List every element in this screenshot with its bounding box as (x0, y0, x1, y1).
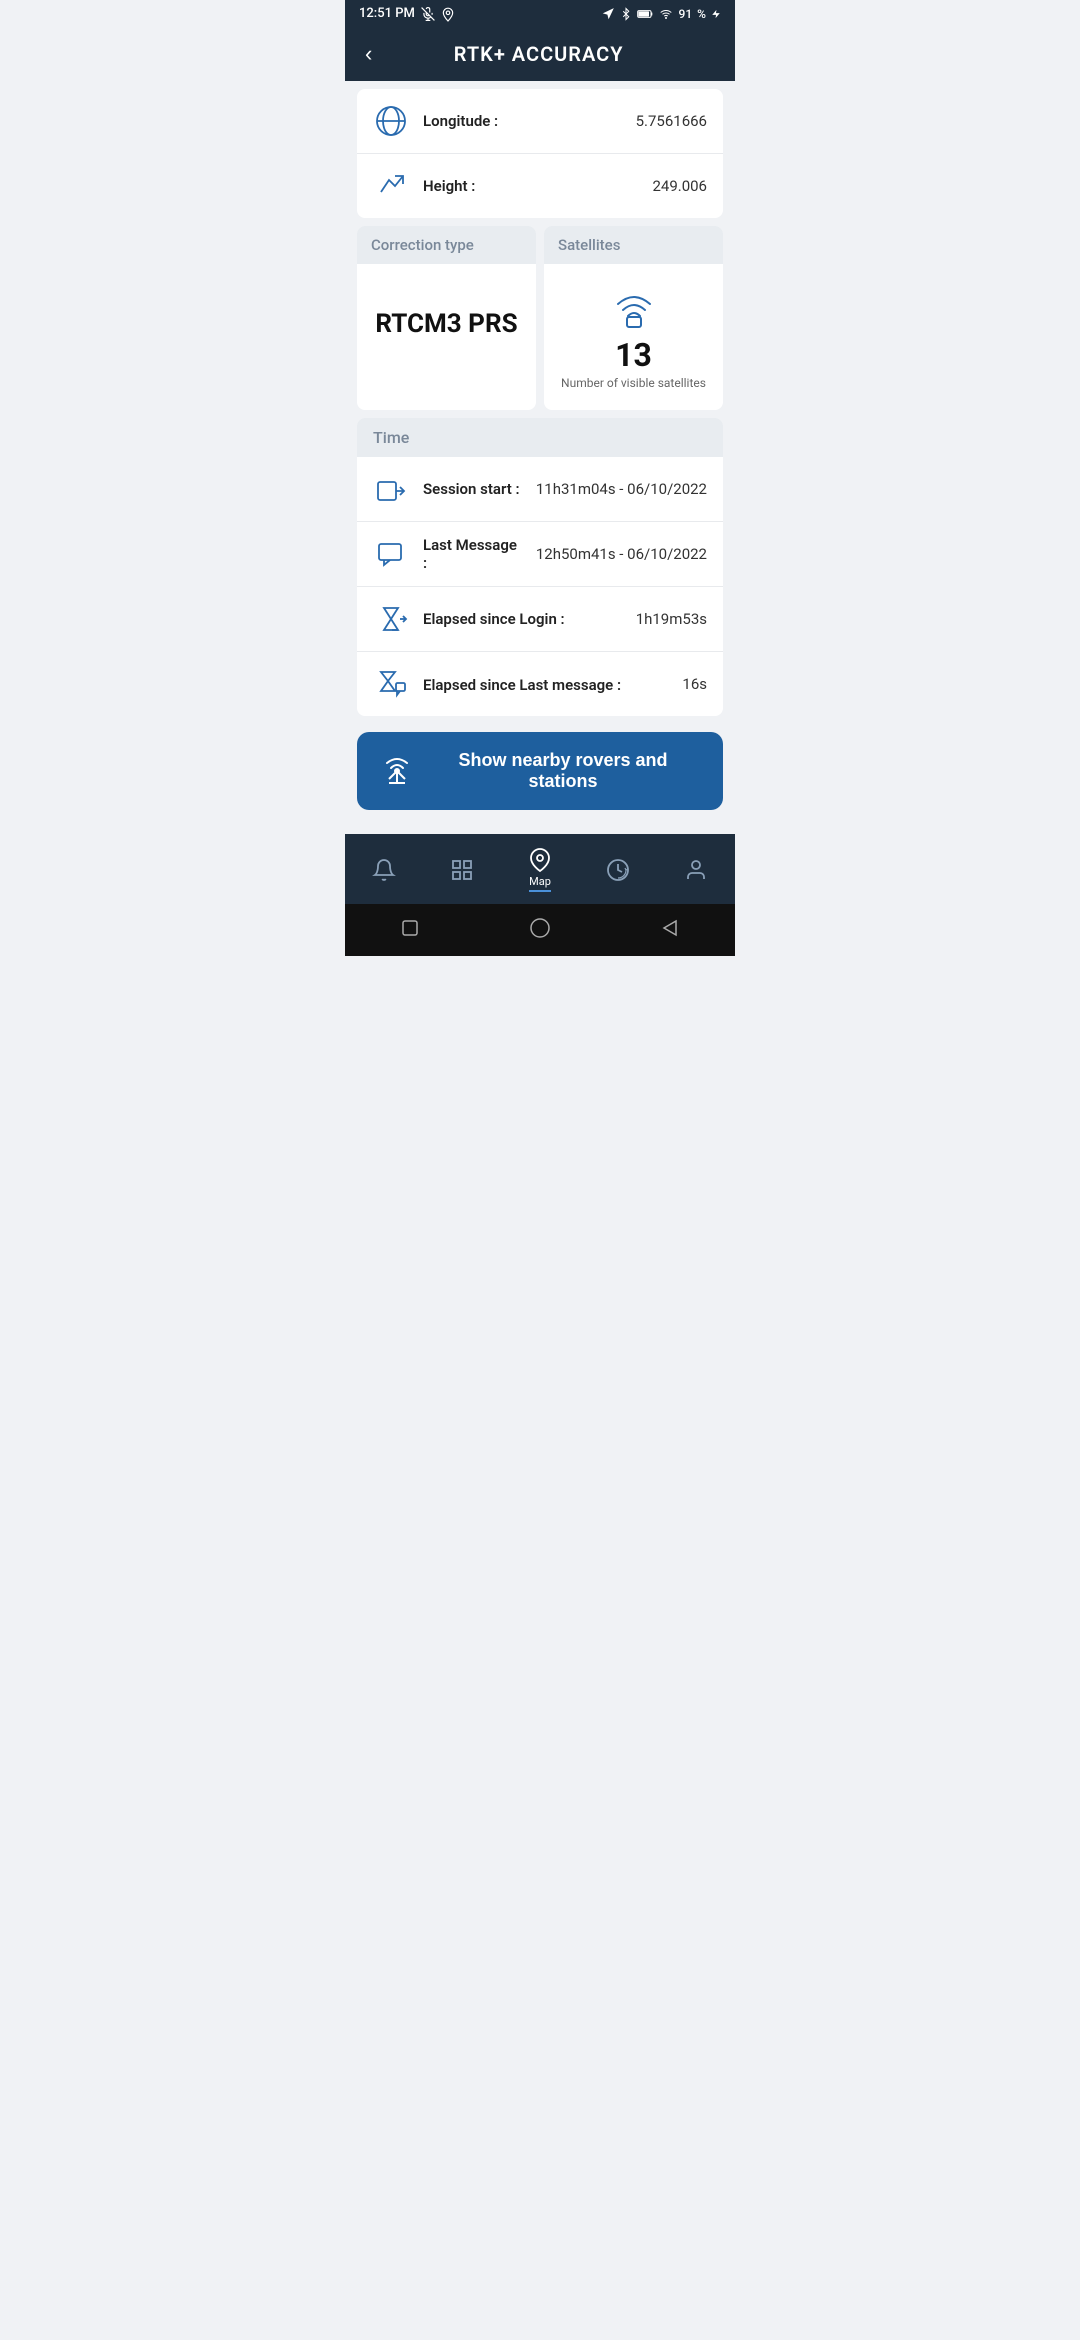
elapsed-message-icon (373, 666, 409, 702)
battery-icon (637, 8, 653, 20)
elapsed-message-row: Elapsed since Last message : 16s (357, 652, 723, 716)
show-nearby-label: Show nearby rovers and stations (427, 750, 699, 792)
navigation-icon (601, 7, 615, 21)
app-header: ‹ RTK+ ACCURACY (345, 27, 735, 81)
page-title: RTK+ ACCURACY (388, 42, 719, 66)
elapsed-login-row: Elapsed since Login : 1h19m53s (357, 587, 723, 652)
status-bar: 12:51 PM 91% (345, 0, 735, 27)
elapsed-login-value: 1h19m53s (636, 610, 707, 628)
wifi-icon (658, 8, 674, 20)
time-display: 12:51 PM (359, 6, 415, 21)
triangle-icon (660, 918, 680, 938)
correction-card: Correction type RTCM3 PRS (357, 226, 536, 410)
circle-icon (529, 917, 551, 939)
height-label: Height : (423, 177, 638, 195)
longitude-label: Longitude : (423, 112, 622, 130)
longitude-row: Longitude : 5.7561666 (357, 89, 723, 154)
battery-percent: 91 (679, 7, 693, 21)
time-card: Time Session start : 11h31m04s - 06/10/2… (357, 418, 723, 716)
nav-item-clock[interactable] (596, 854, 640, 886)
nav-item-bell[interactable] (362, 854, 406, 886)
antenna-icon (381, 753, 413, 790)
satellites-card: Satellites 13 Number of visible satellit… (544, 226, 723, 410)
correction-body: RTCM3 PRS (357, 264, 536, 384)
last-message-value: 12h50m41s - 06/10/2022 (536, 545, 707, 563)
elapsed-login-label: Elapsed since Login : (423, 610, 622, 628)
android-home-button[interactable] (526, 914, 554, 942)
session-start-label: Session start : (423, 480, 522, 498)
clock-icon (606, 858, 630, 882)
satellites-body: 13 Number of visible satellites (544, 264, 723, 410)
mute-icon (421, 7, 435, 21)
height-row: Height : 249.006 (357, 154, 723, 218)
charging-icon (711, 7, 721, 21)
session-start-icon (373, 471, 409, 507)
satellite-count: 13 (615, 336, 652, 374)
map-nav-label: Map (529, 875, 551, 892)
android-recent-button[interactable] (396, 914, 424, 942)
longitude-value: 5.7561666 (636, 112, 707, 130)
show-nearby-button[interactable]: Show nearby rovers and stations (357, 732, 723, 810)
map-icon (528, 848, 552, 872)
square-icon (400, 918, 420, 938)
nav-item-map[interactable]: Map (518, 844, 562, 896)
last-message-icon (373, 536, 409, 572)
satellite-visual-icon (608, 284, 660, 328)
session-start-value: 11h31m04s - 06/10/2022 (536, 480, 707, 498)
bluetooth-icon (620, 7, 632, 21)
status-right: 91% (601, 7, 721, 21)
nav-item-grid[interactable] (440, 854, 484, 886)
nav-item-user[interactable] (674, 854, 718, 886)
two-col-section: Correction type RTCM3 PRS Satellites (357, 226, 723, 410)
status-time: 12:51 PM (359, 6, 455, 21)
bottom-navigation: Map (345, 834, 735, 904)
coordinates-card: Longitude : 5.7561666 Height : 249.006 (357, 89, 723, 218)
bell-icon (372, 858, 396, 882)
correction-value: RTCM3 PRS (375, 309, 517, 339)
height-icon (373, 168, 409, 204)
android-navigation (345, 904, 735, 956)
elapsed-message-value: 16s (682, 675, 707, 693)
session-start-row: Session start : 11h31m04s - 06/10/2022 (357, 457, 723, 522)
elapsed-message-label: Elapsed since Last message : (423, 676, 621, 694)
longitude-icon (373, 103, 409, 139)
height-value: 249.006 (652, 177, 707, 195)
main-content: Longitude : 5.7561666 Height : 249.006 C… (345, 81, 735, 834)
last-message-row: Last Message : 12h50m41s - 06/10/2022 (357, 522, 723, 587)
grid-icon (450, 858, 474, 882)
satellites-header: Satellites (544, 226, 723, 264)
user-icon (684, 858, 708, 882)
satellite-label: Number of visible satellites (561, 376, 706, 390)
correction-header: Correction type (357, 226, 536, 264)
time-section-header: Time (357, 418, 723, 457)
last-message-label: Last Message : (423, 536, 522, 572)
elapsed-login-icon (373, 601, 409, 637)
back-button[interactable]: ‹ (361, 41, 376, 67)
android-back-button[interactable] (656, 914, 684, 942)
location-icon-status (441, 7, 455, 21)
